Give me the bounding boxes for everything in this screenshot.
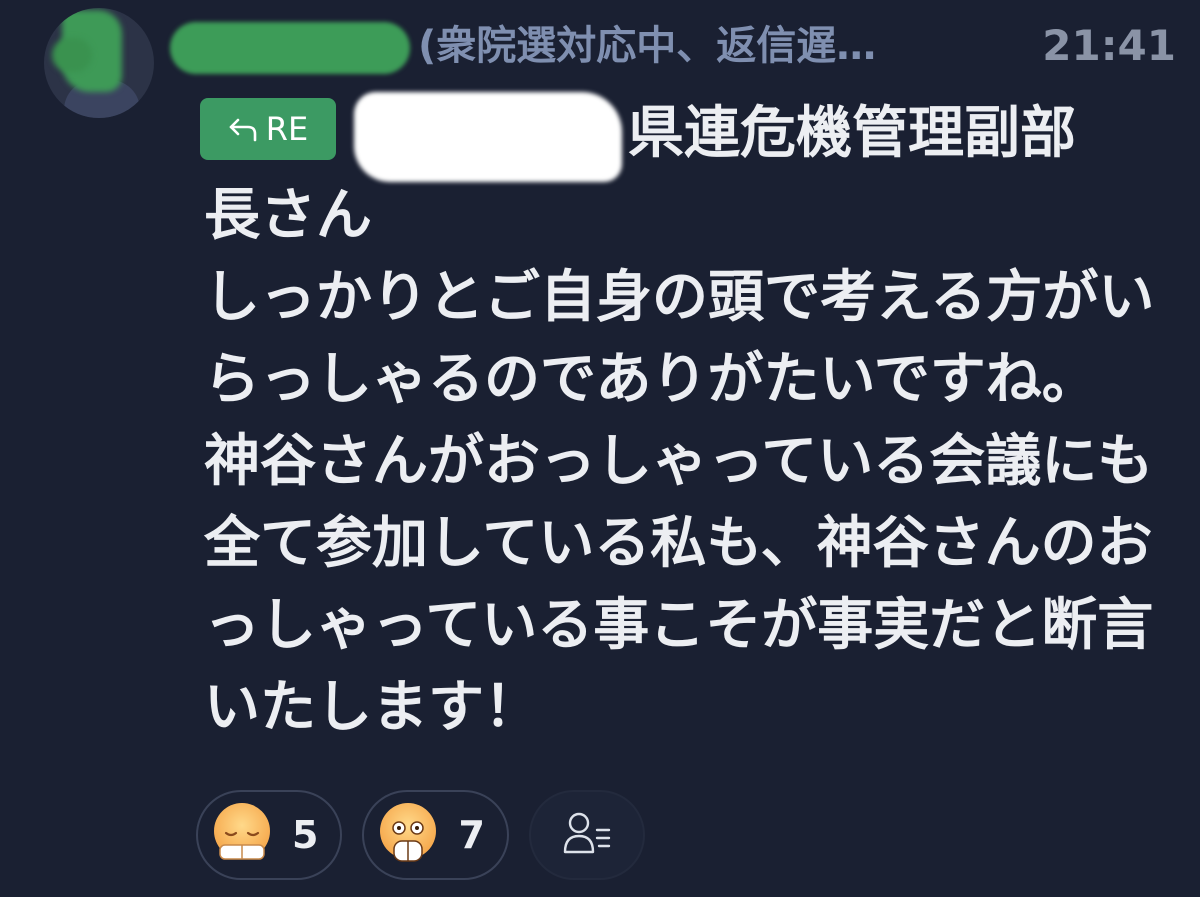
- reaction-count: 7: [458, 813, 485, 857]
- reaction-chip-exhausted[interactable]: 5: [196, 790, 343, 880]
- reaction-count: 5: [292, 813, 319, 857]
- message-line: 県連危機管理副部: [628, 101, 1076, 166]
- reaction-bar: 5 7: [196, 790, 645, 880]
- redacted-mention: [354, 92, 622, 182]
- avatar[interactable]: [44, 8, 154, 118]
- redacted-username: [170, 22, 410, 74]
- reaction-users-button[interactable]: [528, 790, 645, 880]
- message-line: いたします！: [204, 675, 540, 740]
- reaction-chip-shocked[interactable]: 7: [362, 790, 509, 880]
- user-list-icon: [561, 808, 613, 862]
- message-line: らっしゃるのでありがたいですね。: [204, 347, 1098, 412]
- message-line: 全て参加している私も、神谷さんのお: [204, 511, 1153, 576]
- user-status-text: (衆院選対応中、返信遅…: [418, 23, 877, 69]
- chat-message-screen: (衆院選対応中、返信遅… 21:41 RE 県連危機管理副部 長さん しっかりと…: [0, 0, 1200, 897]
- message-body: 県連危機管理副部 長さん しっかりとご自身の頭で考える方がい らっしゃるのであり…: [204, 93, 1164, 749]
- message-line: 長さん: [204, 183, 372, 248]
- message-line: っしゃっている事こそが事実だと断言: [204, 593, 1154, 658]
- message-line: 神谷さんがおっしゃっている会議にも: [204, 429, 1154, 494]
- exhausted-face-icon: [204, 795, 280, 875]
- message-timestamp: 21:41: [1042, 21, 1176, 70]
- message-line: しっかりとご自身の頭で考える方がい: [204, 265, 1155, 330]
- shocked-face-icon: [370, 795, 446, 875]
